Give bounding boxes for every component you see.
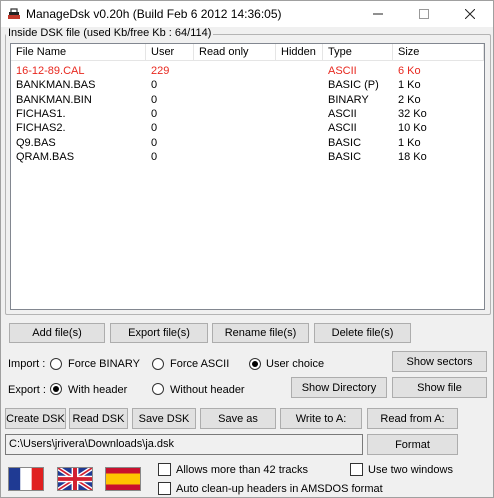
delete-files-button[interactable]: Delete file(s) xyxy=(314,323,411,343)
file-name-cell: Q9.BAS xyxy=(16,136,56,149)
dsk-path-field[interactable]: C:\Users\jrivera\Downloads\ja.dsk xyxy=(5,434,363,455)
file-list[interactable]: File Name User Read only Hidden Type Siz… xyxy=(10,43,485,310)
allow-42-tracks-label[interactable]: Allows more than 42 tracks xyxy=(176,463,308,477)
file-size-cell: 32 Ko xyxy=(398,107,427,120)
flag-spain-button[interactable] xyxy=(105,467,141,491)
export-files-button[interactable]: Export file(s) xyxy=(110,323,208,343)
import-user-choice-label[interactable]: User choice xyxy=(266,357,324,371)
main-window: ManageDsk v0.20h (Build Feb 6 2012 14:36… xyxy=(0,0,494,498)
import-label: Import : xyxy=(8,358,46,370)
create-dsk-button[interactable]: Create DSK xyxy=(5,408,66,429)
file-row[interactable]: 16-12-89.CAL 229 ASCII 6 Ko xyxy=(11,64,484,78)
read-dsk-button[interactable]: Read DSK xyxy=(69,408,128,429)
export-without-header-radio[interactable] xyxy=(152,383,164,395)
file-type-cell: BASIC (P) xyxy=(328,79,379,92)
column-header-file-name[interactable]: File Name xyxy=(11,44,146,61)
file-row[interactable]: QRAM.BAS 0 BASIC 18 Ko xyxy=(11,150,484,164)
import-force-binary-label[interactable]: Force BINARY xyxy=(68,357,140,371)
save-as-button[interactable]: Save as xyxy=(200,408,276,429)
minimize-button[interactable] xyxy=(355,1,401,27)
two-windows-label[interactable]: Use two windows xyxy=(368,463,453,477)
flag-uk-button[interactable] xyxy=(57,467,93,491)
flag-france-button[interactable] xyxy=(8,467,44,491)
file-row[interactable]: Q9.BAS 0 BASIC 1 Ko xyxy=(11,136,484,150)
import-user-choice-radio[interactable] xyxy=(249,358,261,370)
file-user-cell: 0 xyxy=(151,107,158,120)
show-file-button[interactable]: Show file xyxy=(392,377,487,398)
file-type-cell: BASIC xyxy=(328,150,362,163)
file-size-cell: 1 Ko xyxy=(398,79,421,92)
file-type-cell: ASCII xyxy=(328,107,357,120)
column-header-size[interactable]: Size xyxy=(393,44,484,61)
file-name-cell: QRAM.BAS xyxy=(16,150,75,163)
file-size-cell: 2 Ko xyxy=(398,93,421,106)
flag-france-icon xyxy=(9,468,43,490)
file-row[interactable]: FICHAS2. 0 ASCII 10 Ko xyxy=(11,121,484,135)
write-to-drive-button[interactable]: Write to A: xyxy=(280,408,362,429)
allow-42-tracks-checkbox[interactable] xyxy=(158,463,171,476)
file-type-cell: BINARY xyxy=(328,93,369,106)
minimize-icon xyxy=(373,13,383,15)
show-directory-button[interactable]: Show Directory xyxy=(291,377,387,398)
file-row[interactable]: BANKMAN.BIN 0 BINARY 2 Ko xyxy=(11,93,484,107)
window-title: ManageDsk v0.20h (Build Feb 6 2012 14:36… xyxy=(26,7,282,21)
flag-uk-icon xyxy=(58,468,92,490)
file-name-cell: 16-12-89.CAL xyxy=(16,65,85,77)
file-list-header: File Name User Read only Hidden Type Siz… xyxy=(11,44,484,61)
close-icon xyxy=(465,9,475,19)
file-user-cell: 229 xyxy=(151,65,170,77)
file-user-cell: 0 xyxy=(151,93,158,106)
file-size-cell: 6 Ko xyxy=(398,65,421,77)
file-name-cell: FICHAS2. xyxy=(16,122,66,135)
export-without-header-label[interactable]: Without header xyxy=(170,383,245,397)
file-user-cell: 0 xyxy=(151,79,158,92)
format-button[interactable]: Format xyxy=(367,434,458,455)
read-from-drive-button[interactable]: Read from A: xyxy=(367,408,458,429)
file-size-cell: 1 Ko xyxy=(398,136,421,149)
file-name-cell: BANKMAN.BAS xyxy=(16,79,96,92)
auto-cleanup-label[interactable]: Auto clean-up headers in AMSDOS format xyxy=(176,482,383,496)
title-bar[interactable]: ManageDsk v0.20h (Build Feb 6 2012 14:36… xyxy=(1,1,493,27)
file-size-cell: 10 Ko xyxy=(398,122,427,135)
export-label: Export : xyxy=(8,384,46,396)
show-sectors-button[interactable]: Show sectors xyxy=(392,351,487,372)
file-type-cell: BASIC xyxy=(328,136,362,149)
column-header-read-only[interactable]: Read only xyxy=(194,44,276,61)
rename-files-button[interactable]: Rename file(s) xyxy=(212,323,309,343)
file-name-cell: FICHAS1. xyxy=(16,107,66,120)
import-force-ascii-label[interactable]: Force ASCII xyxy=(170,357,229,371)
file-row[interactable]: BANKMAN.BAS 0 BASIC (P) 1 Ko xyxy=(11,78,484,92)
close-button[interactable] xyxy=(447,1,493,27)
column-header-hidden[interactable]: Hidden xyxy=(276,44,323,61)
maximize-icon xyxy=(419,9,429,19)
export-with-header-label[interactable]: With header xyxy=(68,383,127,397)
auto-cleanup-checkbox[interactable] xyxy=(158,482,171,495)
file-name-cell: BANKMAN.BIN xyxy=(16,93,92,106)
export-with-header-radio[interactable] xyxy=(50,383,62,395)
file-user-cell: 0 xyxy=(151,150,158,163)
file-user-cell: 0 xyxy=(151,122,158,135)
file-user-cell: 0 xyxy=(151,136,158,149)
add-files-button[interactable]: Add file(s) xyxy=(9,323,105,343)
dsk-usage-label: Inside DSK file (used Kb/free Kb : 64/11… xyxy=(6,27,214,39)
two-windows-checkbox[interactable] xyxy=(350,463,363,476)
column-header-type[interactable]: Type xyxy=(323,44,393,61)
column-header-user[interactable]: User xyxy=(146,44,194,61)
import-force-binary-radio[interactable] xyxy=(50,358,62,370)
app-icon xyxy=(8,8,20,19)
file-type-cell: ASCII xyxy=(328,122,357,135)
file-size-cell: 18 Ko xyxy=(398,150,427,163)
import-force-ascii-radio[interactable] xyxy=(152,358,164,370)
flag-spain-icon xyxy=(106,468,140,490)
maximize-button[interactable] xyxy=(401,1,447,27)
save-dsk-button[interactable]: Save DSK xyxy=(132,408,196,429)
file-row[interactable]: FICHAS1. 0 ASCII 32 Ko xyxy=(11,107,484,121)
file-type-cell: ASCII xyxy=(328,65,357,77)
